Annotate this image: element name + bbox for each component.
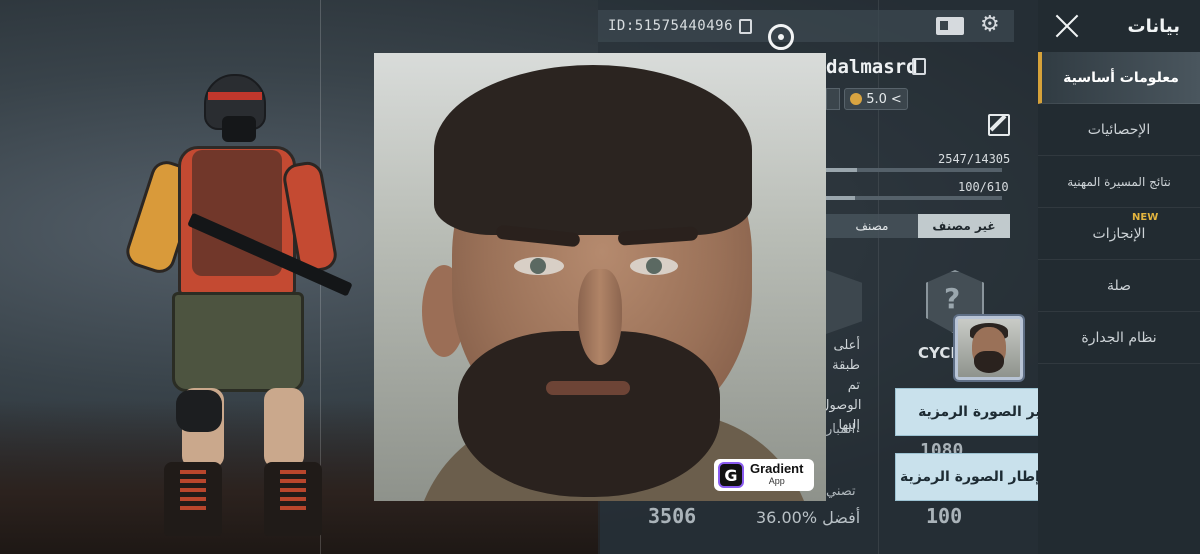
- stat-value: 100: [926, 504, 963, 528]
- player-character[interactable]: [122, 70, 370, 550]
- copy-icon[interactable]: [739, 18, 753, 34]
- portrait-iris: [646, 258, 662, 274]
- watermark-title: Gradient: [750, 461, 804, 476]
- rating-arrow: <: [890, 91, 902, 107]
- stat-percentile: أفضل %36.00: [756, 508, 861, 527]
- character-shorts: [172, 292, 304, 392]
- avatar-beard: [974, 351, 1004, 373]
- portrait-nose: [578, 269, 622, 365]
- progress-fill: [826, 196, 855, 200]
- player-id: ID:51575440496: [608, 18, 734, 34]
- sidebar-item-statistics[interactable]: الإحصائيات: [1038, 104, 1200, 156]
- stat-value: 3506: [648, 504, 697, 528]
- rank-caption: أعلى طبقة تم الوصول إليها: [820, 338, 862, 433]
- new-badge: NEW: [1132, 212, 1159, 223]
- sidebar-header: بيانات: [1038, 0, 1200, 52]
- username: dalmasrd: [826, 56, 918, 78]
- watermark-subtitle: App: [768, 476, 785, 486]
- stat-label: المبار: [826, 422, 856, 437]
- gradient-app-watermark: G Gradient App: [714, 459, 814, 491]
- boot-laces: [180, 470, 206, 510]
- smile-icon: [850, 93, 863, 105]
- sidebar-item-career-results[interactable]: نتائج المسيرة المهنية: [1038, 156, 1200, 208]
- rank-unknown-icon: ?: [944, 282, 961, 315]
- tab-ranked[interactable]: مصنف: [826, 214, 918, 238]
- copy-icon[interactable]: [912, 58, 926, 75]
- tab-unranked[interactable]: غير مصنف: [918, 214, 1010, 238]
- portrait-iris: [530, 258, 546, 274]
- portrait-mouth: [546, 381, 630, 395]
- helmet-band: [208, 92, 262, 100]
- avatar-portrait-preview: G Gradient App: [374, 53, 826, 501]
- gradient-logo-icon: G: [718, 462, 744, 488]
- character-mask: [222, 116, 256, 142]
- rating-badge[interactable]: 5.0 <: [844, 88, 908, 110]
- progress-fill: [826, 168, 858, 172]
- sidebar-title: بيانات: [1127, 15, 1180, 37]
- progress-text: 100/610: [958, 180, 1009, 194]
- progress-text: 2547/14305: [938, 152, 1011, 166]
- mode-tabs: مصنف غير مصنف: [826, 214, 1010, 238]
- character-leg: [264, 388, 304, 468]
- character-kneepad: [176, 390, 222, 432]
- gear-icon[interactable]: ⚙: [980, 14, 1000, 36]
- rating-value: 5.0: [866, 91, 887, 107]
- portrait-hair: [434, 65, 752, 235]
- sidebar-item-merit-system[interactable]: نظام الجدارة: [1038, 312, 1200, 364]
- sidebar-item-achievements[interactable]: الإنجازات: [1038, 208, 1200, 260]
- sidebar-item-basic-info[interactable]: معلومات أساسية: [1038, 52, 1200, 104]
- boot-laces: [280, 470, 306, 510]
- card-icon[interactable]: [936, 17, 964, 35]
- stat-label: تصني: [826, 484, 856, 499]
- sidebar-item-connection[interactable]: صلة: [1038, 260, 1200, 312]
- crosshair-icon[interactable]: [768, 24, 794, 50]
- close-icon[interactable]: [1054, 13, 1080, 39]
- progress-track: [826, 196, 1002, 200]
- avatar[interactable]: [955, 316, 1023, 380]
- badge-slot: [826, 88, 840, 110]
- edit-icon[interactable]: [988, 114, 1010, 136]
- progress-track: [826, 168, 1002, 172]
